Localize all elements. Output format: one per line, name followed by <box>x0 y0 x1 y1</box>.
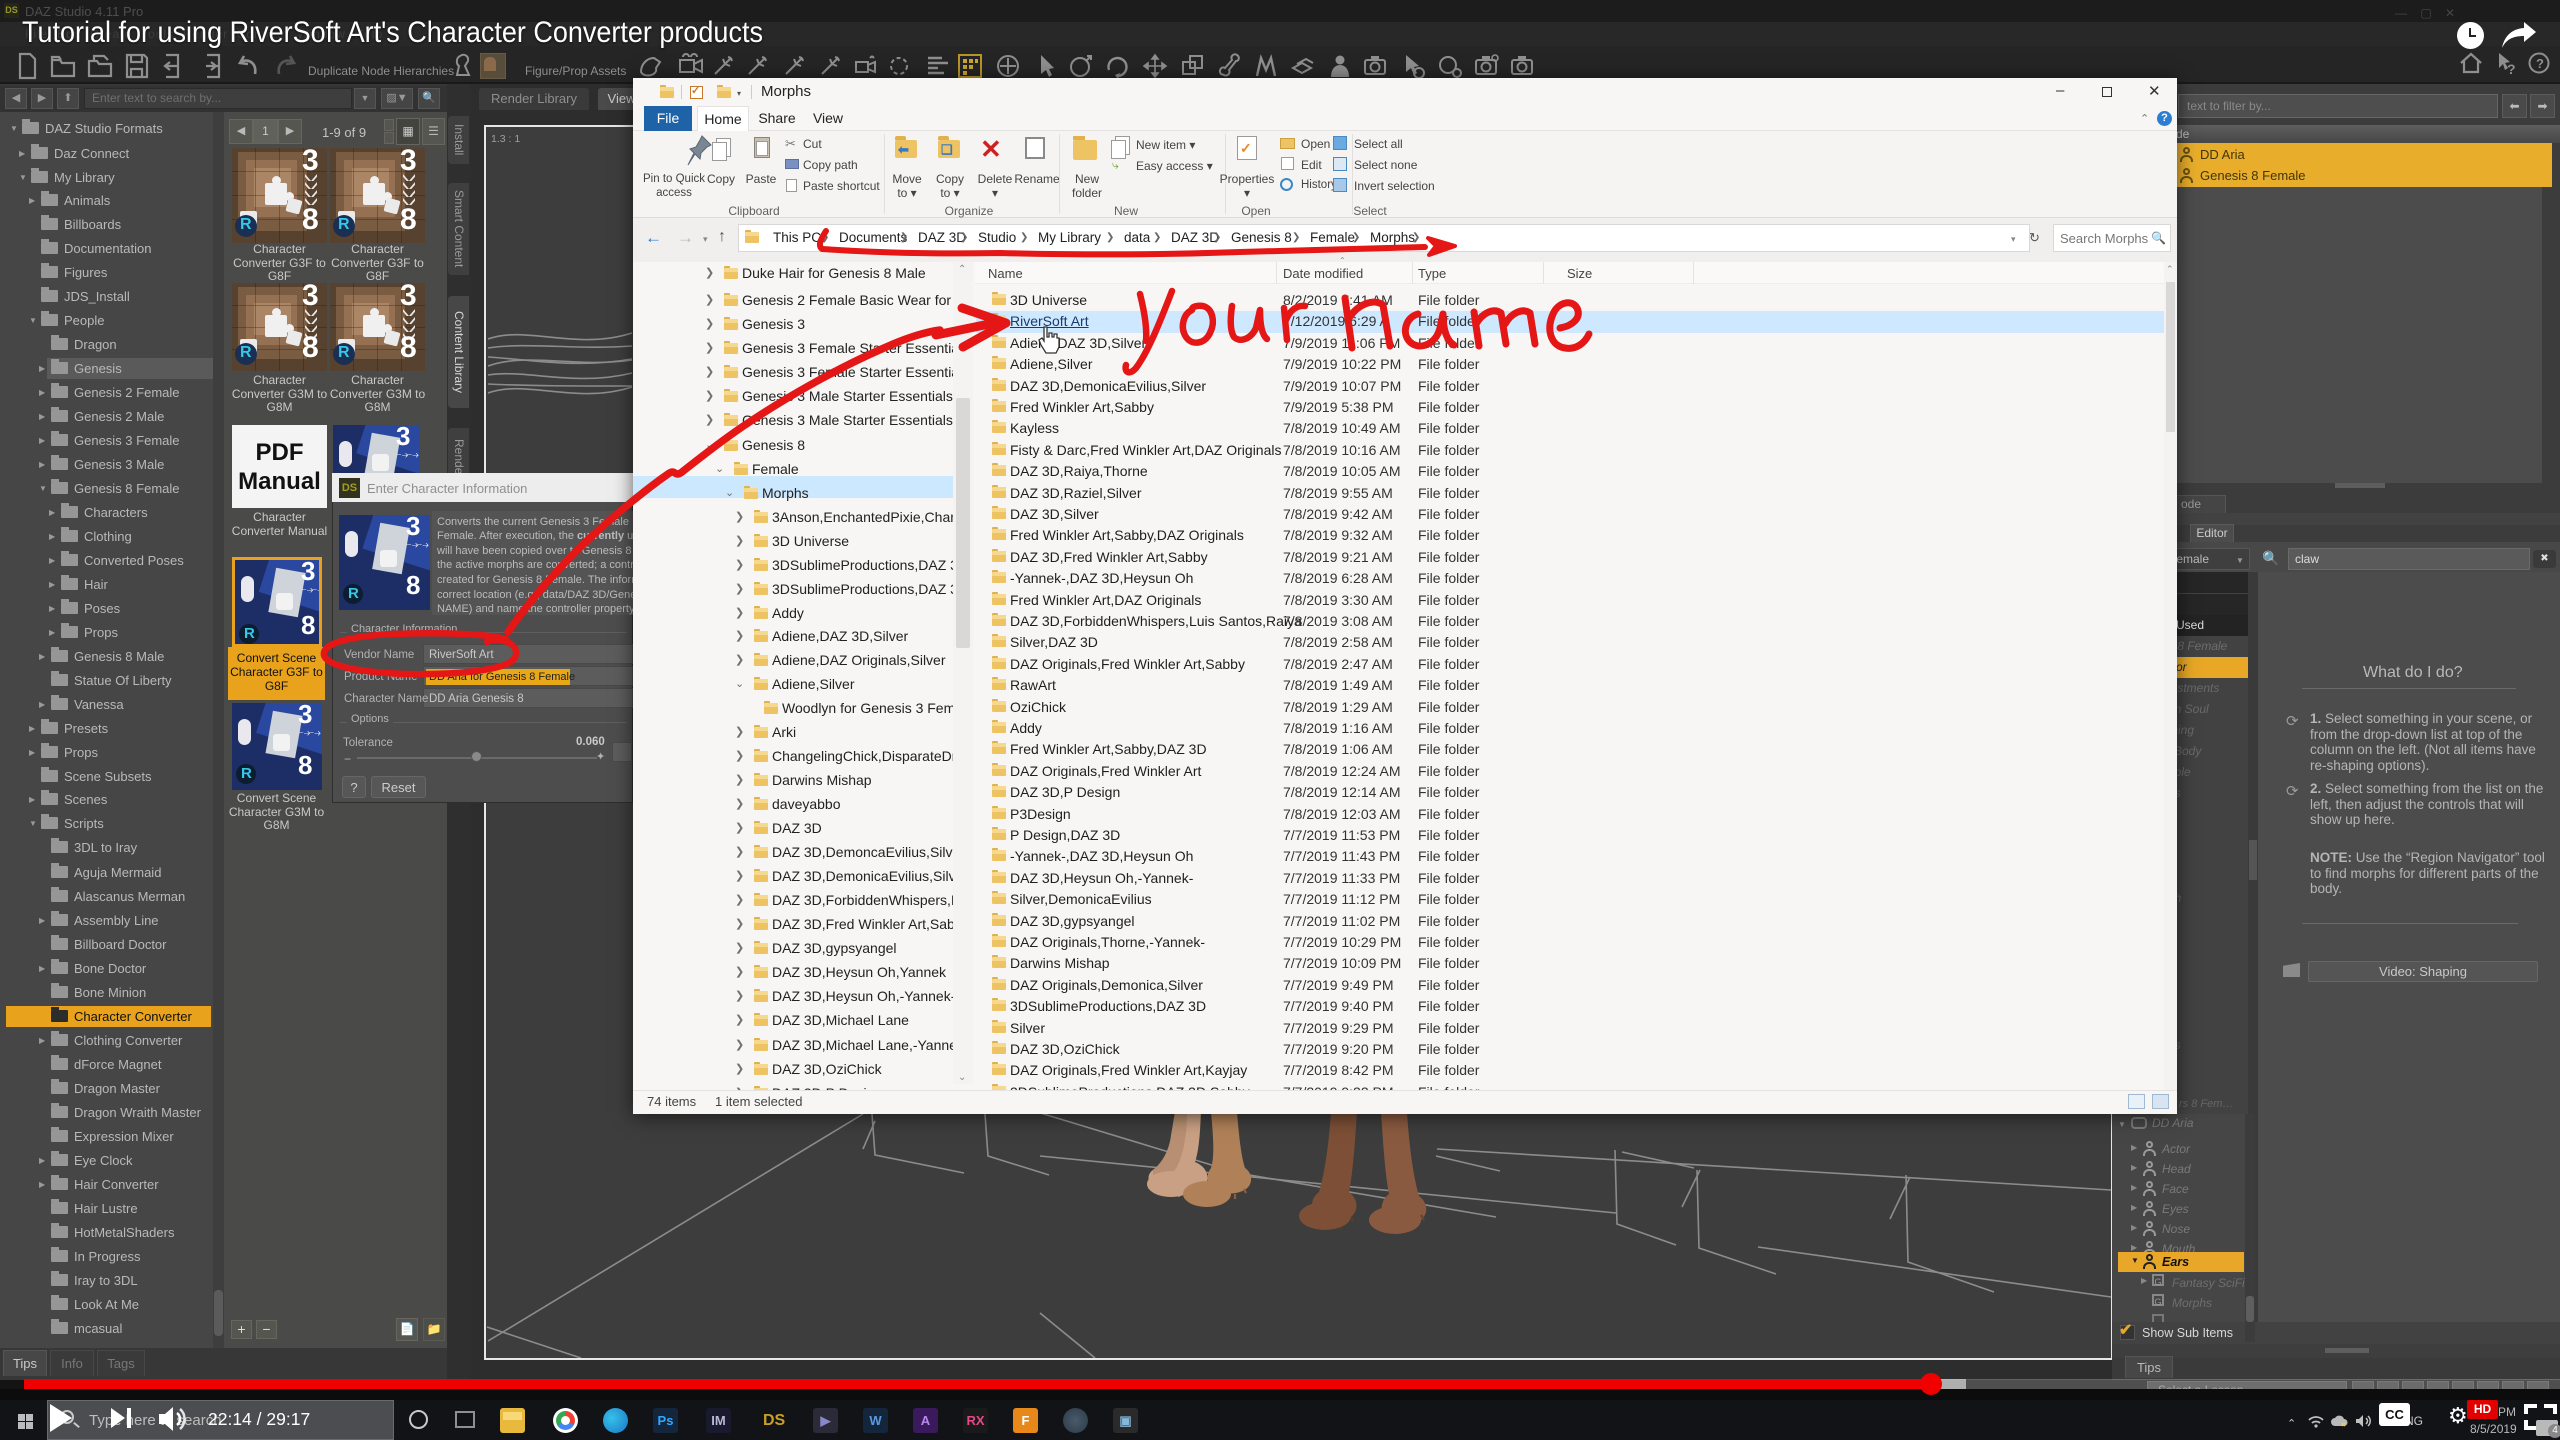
svg-text:?: ? <box>2507 61 2516 77</box>
svg-text:?: ? <box>2536 56 2544 71</box>
